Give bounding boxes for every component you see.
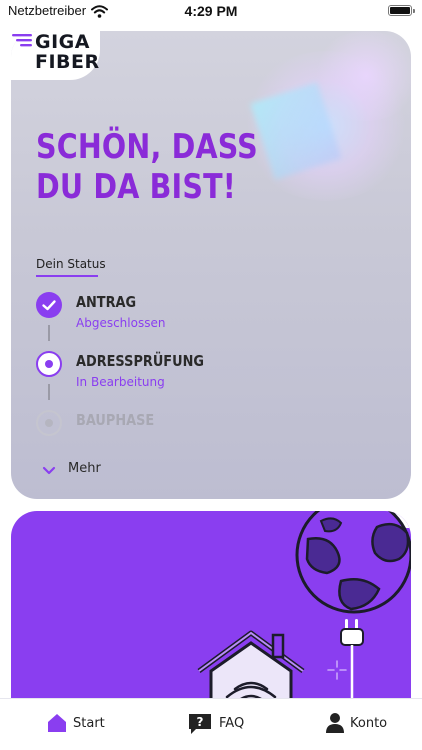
tab-bar: Start ? FAQ Konto [0,698,422,750]
tab-label: Start [73,716,105,731]
battery-icon [388,5,415,16]
step-connector [48,325,50,341]
step-title: ANTRAG [76,293,137,311]
chevron-down-icon [42,462,56,481]
step-subtitle: Abgeschlossen [76,316,166,330]
home-icon [46,712,68,738]
headline-line-1: SCHÖN, DASS [36,127,258,167]
checkmark-icon [36,292,62,318]
svg-text:?: ? [197,715,204,729]
welcome-headline: SCHÖN, DASS DU DA BIST! [36,127,288,207]
status-step-antrag: ANTRAG Abgeschlossen [36,292,336,336]
question-icon: ? [187,712,213,740]
user-icon [326,712,344,738]
promo-card [11,511,411,711]
step-title: BAUPHASE [76,411,155,429]
pending-icon [36,410,62,436]
tab-start[interactable]: Start [46,712,106,736]
tab-label: Konto [350,716,388,731]
status-card: SCHÖN, DASS DU DA BIST! Dein Status ANTR… [11,31,411,499]
status-bar: Netzbetreiber 4:29 PM [0,0,422,22]
logo-text: GIGA FIBER [35,32,100,72]
tab-faq[interactable]: ? FAQ [187,712,247,736]
step-title: ADRESSPRÜFUNG [76,352,204,370]
step-subtitle: In Bearbeitung [76,375,165,389]
logo-speed-lines-icon [12,34,34,54]
status-step-bauphase: BAUPHASE [36,410,336,440]
gigafiber-logo: GIGA FIBER [12,32,99,76]
more-toggle[interactable]: Mehr [42,460,122,480]
more-label: Mehr [68,461,101,476]
globe-icon [295,511,411,614]
promo-illustration [197,511,411,711]
tab-konto[interactable]: Konto [326,712,396,736]
step-connector [48,384,50,400]
logo-text-line-2: FIBER [35,51,100,73]
in-progress-icon [36,351,62,377]
status-step-adresspruefung: ADRESSPRÜFUNG In Bearbeitung [36,351,336,395]
clock: 4:29 PM [184,3,238,19]
status-section-label: Dein Status [36,257,106,271]
logo-text-line-1: GIGA [35,31,90,53]
headline-line-2: DU DA BIST! [36,167,236,207]
status-label-underline [36,275,98,277]
sparkle-icon [327,660,347,680]
tab-label: FAQ [219,716,245,731]
